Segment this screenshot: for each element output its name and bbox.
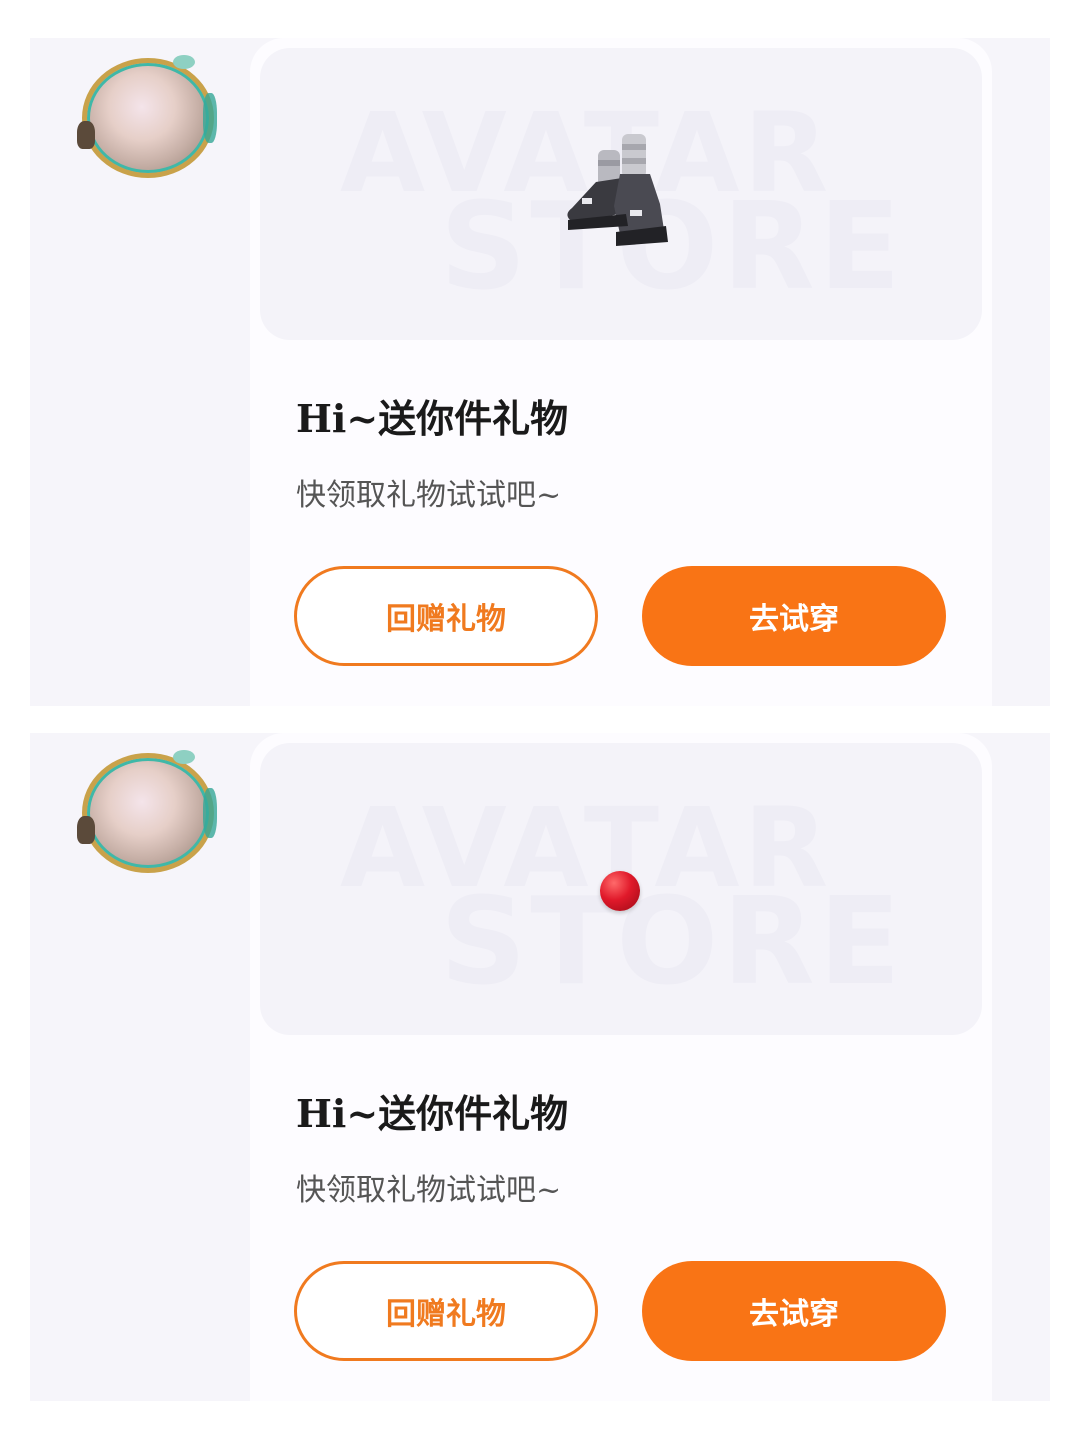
avatar-frame-ornament — [173, 55, 195, 69]
gift-card-subtitle: 快领取礼物试试吧~ — [296, 478, 562, 513]
avatar-frame-ornament — [173, 750, 195, 764]
chat-message-2: AVATAR STORE Hi~送你件礼物 快领取礼物试试吧~ 回赠礼物 去试穿 — [30, 733, 1050, 1401]
gift-preview-banner: AVATAR STORE — [260, 743, 982, 1035]
red-ball-icon — [600, 871, 640, 911]
shoes-icon — [567, 134, 668, 246]
return-gift-button[interactable]: 回赠礼物 — [294, 566, 598, 666]
gift-card[interactable]: AVATAR STORE Hi~送你件礼物 快领取礼物试试吧~ 回赠礼物 去试穿 — [250, 733, 992, 1401]
gift-card-title: Hi~送你件礼物 — [296, 1091, 569, 1136]
gift-card[interactable]: AVATAR STORE Hi~送你件礼物 快领取礼物试试吧~ 回赠礼物 去试穿 — [250, 38, 992, 706]
chat-message-1: AVATAR STORE Hi~送你件礼物 快领取礼物试试吧~ 回赠礼物 去试穿 — [30, 38, 1050, 706]
avatar-frame-ornament — [77, 121, 95, 149]
gift-preview-banner: AVATAR STORE — [260, 48, 982, 340]
avatar-frame-ornament — [203, 788, 217, 838]
sender-avatar[interactable] — [77, 55, 217, 178]
avatar-frame-ornament — [77, 816, 95, 844]
avatar-frame-ornament — [203, 93, 217, 143]
gift-card-subtitle: 快领取礼物试试吧~ — [296, 1173, 562, 1208]
store-watermark: STORE — [440, 178, 905, 317]
sender-avatar[interactable] — [77, 750, 217, 873]
store-watermark: STORE — [440, 873, 905, 1012]
try-on-button[interactable]: 去试穿 — [642, 1261, 946, 1361]
return-gift-button[interactable]: 回赠礼物 — [294, 1261, 598, 1361]
try-on-button[interactable]: 去试穿 — [642, 566, 946, 666]
gift-card-title: Hi~送你件礼物 — [296, 396, 569, 441]
